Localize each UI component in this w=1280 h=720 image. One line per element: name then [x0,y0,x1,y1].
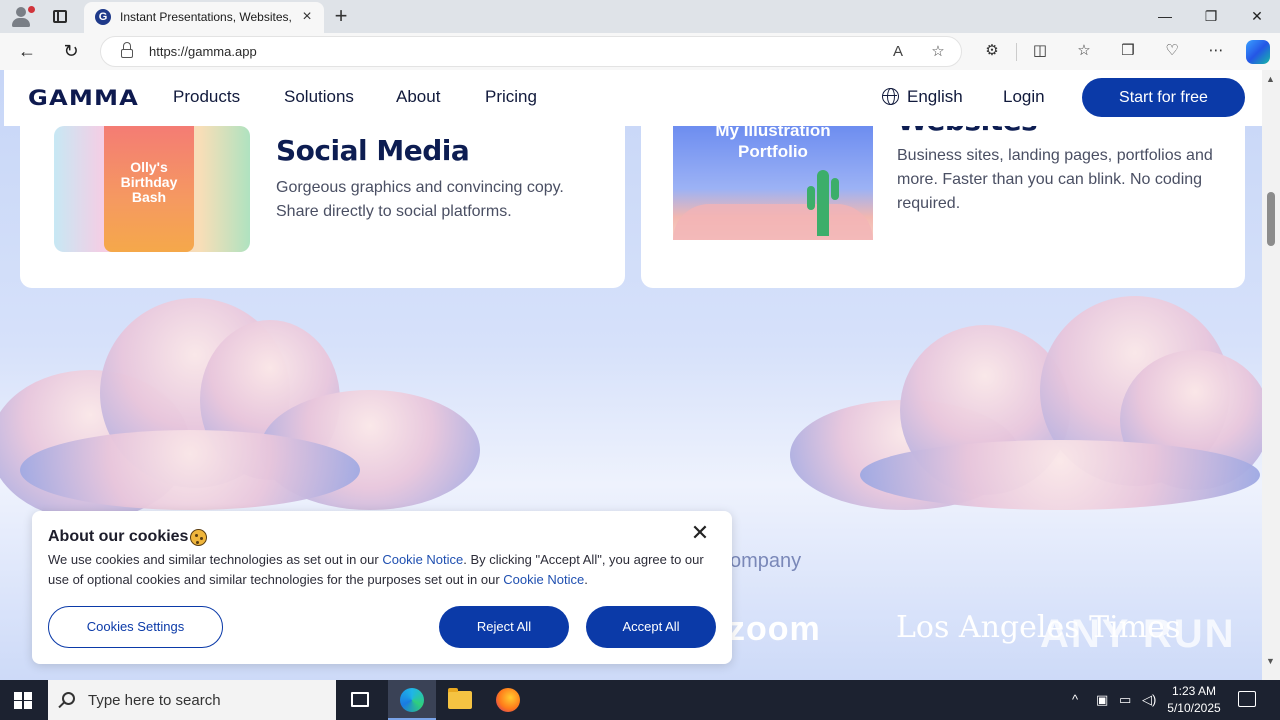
notification-icon[interactable] [1238,691,1256,707]
taskbar-search[interactable]: Type here to search [48,680,336,720]
tab-close-icon[interactable]: × [298,8,316,26]
cookies-settings-button[interactable]: Cookies Settings [48,606,223,648]
new-tab-icon[interactable]: + [330,4,352,28]
minimize-icon[interactable]: — [1150,4,1180,28]
taskbar-file-explorer[interactable] [436,680,484,720]
cookie-title: About our cookies [48,528,189,545]
extensions-icon[interactable]: ⚙ [980,40,1004,62]
gamma-favicon-icon: G [95,9,111,25]
cookie-notice-link[interactable]: Cookie Notice [503,572,584,587]
gamma-logo[interactable]: GAMMA [28,86,139,110]
nav-pricing[interactable]: Pricing [485,87,537,107]
card-description: Gorgeous graphics and convincing copy. S… [276,179,564,220]
start-for-free-button[interactable]: Start for free [1082,78,1245,117]
cookie-description: We use cookies and similar technologies … [48,552,704,587]
tray-device-icon[interactable]: ▣ [1096,692,1108,708]
taskbar-clock[interactable]: 1:23 AM 5/10/2025 [1164,683,1224,717]
cookie-emoji-icon [190,529,207,546]
social-media-card[interactable]: Olly's Birthday Bash Social Media Gorgeo… [20,126,625,288]
scroll-up-icon[interactable]: ▲ [1266,74,1275,84]
favorites-icon[interactable]: ☆ [1072,40,1096,62]
url-text: https://gamma.app [149,44,257,59]
windows-start-icon[interactable] [14,692,32,709]
clock-date: 5/10/2025 [1167,701,1221,715]
nav-solutions[interactable]: Solutions [284,87,354,107]
task-view-icon [351,692,369,707]
favorite-star-icon[interactable]: ☆ [927,42,949,62]
card-title: Social Media [276,134,470,167]
taskbar-edge[interactable] [388,680,436,720]
card-description: Business sites, landing pages, portfolio… [897,147,1213,212]
accept-all-button[interactable]: Accept All [586,606,716,648]
restore-icon[interactable]: ❐ [1196,4,1226,28]
clock-time: 1:23 AM [1171,684,1217,698]
profile-icon[interactable] [8,4,35,30]
windows-taskbar: Type here to search ^ ▣ ▭ ◁) 1:23 AM 5/1… [0,680,1280,720]
refresh-icon[interactable]: ↻ [58,39,84,63]
taskbar-firefox[interactable] [484,680,532,720]
nav-about[interactable]: About [396,87,440,107]
anyrun-watermark: ANY RUN [1040,612,1236,656]
back-icon[interactable]: ← [14,39,40,63]
scroll-down-icon[interactable]: ▼ [1266,656,1275,666]
browser-toolbar: ← ↻ https://gamma.app A ☆ ⚙ ◫ ☆ ❒ ♡ ⋯ [0,33,1280,70]
trusted-by-text: ompany [730,550,802,572]
folder-icon [448,688,472,709]
language-selector[interactable]: English [907,87,963,107]
search-icon [62,692,75,705]
globe-icon[interactable] [882,88,899,105]
toolbar-separator [1016,43,1017,61]
site-header: GAMMA Products Solutions About Pricing E… [4,70,1262,126]
cloud-decoration [20,430,360,510]
browser-tab[interactable]: G Instant Presentations, Websites, a × [84,2,324,33]
cloud-decoration [860,440,1260,510]
tray-chevron-icon[interactable]: ^ [1072,692,1078,707]
task-view-button[interactable] [336,680,384,720]
browser-tab-bar: G Instant Presentations, Websites, a × +… [0,0,1280,33]
cookie-notice-link[interactable]: Cookie Notice [382,552,463,567]
login-link[interactable]: Login [1003,87,1045,107]
websites-card[interactable]: My Illustration Portfolio Websites Busin… [641,104,1245,288]
search-placeholder: Type here to search [88,692,221,709]
volume-icon[interactable]: ◁) [1142,692,1156,708]
social-media-image: Olly's Birthday Bash [54,126,250,252]
nav-products[interactable]: Products [173,87,240,107]
tab-actions-icon[interactable] [50,7,70,25]
zoom-logo: zoom [728,610,821,648]
split-screen-icon[interactable]: ◫ [1028,40,1052,62]
copilot-icon[interactable] [1246,40,1270,64]
page-scrollbar[interactable]: ▲ ▼ [1262,70,1280,680]
network-icon[interactable]: ▭ [1119,692,1131,708]
lock-icon [121,42,133,58]
edge-icon [400,688,424,712]
cookie-close-icon[interactable]: ✕ [688,521,712,545]
address-bar[interactable]: https://gamma.app A ☆ [100,36,962,67]
cookie-dialog: About our cookies ✕ We use cookies and s… [32,511,732,664]
tab-title: Instant Presentations, Websites, a [120,10,292,24]
browser-essentials-icon[interactable]: ♡ [1160,40,1184,62]
window-close-icon[interactable]: ✕ [1242,4,1272,28]
reject-all-button[interactable]: Reject All [439,606,569,648]
read-aloud-icon[interactable]: A [887,42,909,62]
more-menu-icon[interactable]: ⋯ [1204,40,1228,62]
portfolio-image: My Illustration Portfolio [673,121,873,240]
collections-icon[interactable]: ❒ [1116,40,1140,62]
firefox-icon [496,688,520,712]
scroll-thumb[interactable] [1267,192,1275,246]
